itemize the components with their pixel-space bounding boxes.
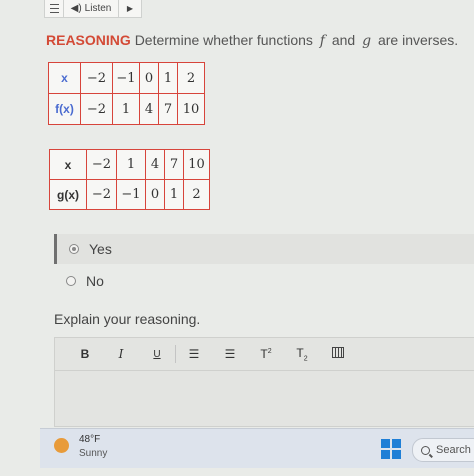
question-prompt: REASONING Determine whether functions f … <box>46 32 458 49</box>
subscript-label: T <box>296 345 304 360</box>
function-g-table: x −2 1 4 7 10 g(x) −2 −1 0 1 2 <box>49 149 210 210</box>
option-yes[interactable]: Yes <box>54 234 474 264</box>
reasoning-editor[interactable]: B I U ☰ ☰ T2 T2 <box>54 337 474 427</box>
search-label: Search <box>436 444 471 456</box>
sun-icon[interactable] <box>54 438 69 453</box>
listen-label: Listen <box>84 3 112 14</box>
table-header-x: x <box>49 149 87 180</box>
search-icon <box>421 445 430 455</box>
table-cell: −2 <box>80 62 113 94</box>
table-header-x: x <box>48 62 81 94</box>
table-cell: −2 <box>86 179 117 210</box>
table-cell: 1 <box>164 179 184 210</box>
option-label: Yes <box>89 241 112 257</box>
option-label: No <box>86 273 104 289</box>
weather-temperature[interactable]: 48°F <box>79 434 100 445</box>
table-cell: 7 <box>164 149 184 180</box>
table-cell: 10 <box>183 149 210 180</box>
option-no[interactable]: No <box>54 266 474 296</box>
table-cell: 0 <box>145 179 165 210</box>
explain-prompt: Explain your reasoning. <box>54 311 201 327</box>
play-icon[interactable]: ▶ <box>119 0 141 17</box>
table-cell: 2 <box>177 62 205 94</box>
table-cell: −2 <box>80 93 113 125</box>
windows-start-icon[interactable] <box>381 439 401 459</box>
numbered-list-icon[interactable]: ☰ <box>212 347 248 361</box>
listen-toolbar: ◀) Listen ▶ <box>44 0 142 18</box>
taskbar: 48°F Sunny Search <box>40 428 474 468</box>
table-cell: 1 <box>112 93 140 125</box>
insert-table-icon[interactable] <box>320 347 356 361</box>
listen-button[interactable]: ◀) Listen <box>64 0 119 17</box>
table-cell: 1 <box>158 62 178 94</box>
table-row: g(x) −2 −1 0 1 2 <box>49 179 210 210</box>
table-cell: 0 <box>139 62 159 94</box>
subscript-button[interactable]: T2 <box>284 346 320 362</box>
superscript-label: T <box>260 347 268 361</box>
question-text-after: are inverses. <box>377 32 459 48</box>
table-cell: 4 <box>145 149 165 180</box>
italic-button[interactable]: I <box>103 347 139 361</box>
table-cell: 4 <box>139 93 159 125</box>
bulleted-list-icon[interactable]: ☰ <box>176 347 212 361</box>
function-g-symbol: g <box>362 33 372 49</box>
table-cell: 10 <box>177 93 205 125</box>
taskbar-search[interactable]: Search <box>412 438 474 462</box>
table-cell: 1 <box>116 149 146 180</box>
answer-options: Yes No <box>54 234 474 304</box>
table-header-y: g(x) <box>49 179 87 210</box>
bold-button[interactable]: B <box>67 347 103 361</box>
table-row: f(x) −2 1 4 7 10 <box>48 93 205 125</box>
radio-selected-icon[interactable] <box>69 244 79 254</box>
menu-icon[interactable] <box>45 0 64 17</box>
table-row: x −2 1 4 7 10 <box>49 149 210 180</box>
question-keyword: REASONING <box>46 32 131 48</box>
radio-icon[interactable] <box>66 276 76 286</box>
underline-button[interactable]: U <box>139 349 175 360</box>
table-row: x −2 −1 0 1 2 <box>48 62 205 94</box>
function-f-symbol: f <box>319 33 325 49</box>
table-cell: 2 <box>183 179 210 210</box>
editor-toolbar: B I U ☰ ☰ T2 T2 <box>55 338 474 371</box>
superscript-button[interactable]: T2 <box>248 347 284 361</box>
weather-condition[interactable]: Sunny <box>79 448 107 459</box>
table-cell: −1 <box>112 62 140 94</box>
table-header-y: f(x) <box>48 93 81 125</box>
question-conjunction: and <box>331 32 356 48</box>
table-cell: −2 <box>86 149 117 180</box>
table-cell: −1 <box>116 179 146 210</box>
speaker-icon: ◀) <box>70 3 82 14</box>
question-text-before: Determine whether functions <box>134 32 313 48</box>
function-f-table: x −2 −1 0 1 2 f(x) −2 1 4 7 10 <box>48 62 205 125</box>
table-cell: 7 <box>158 93 178 125</box>
